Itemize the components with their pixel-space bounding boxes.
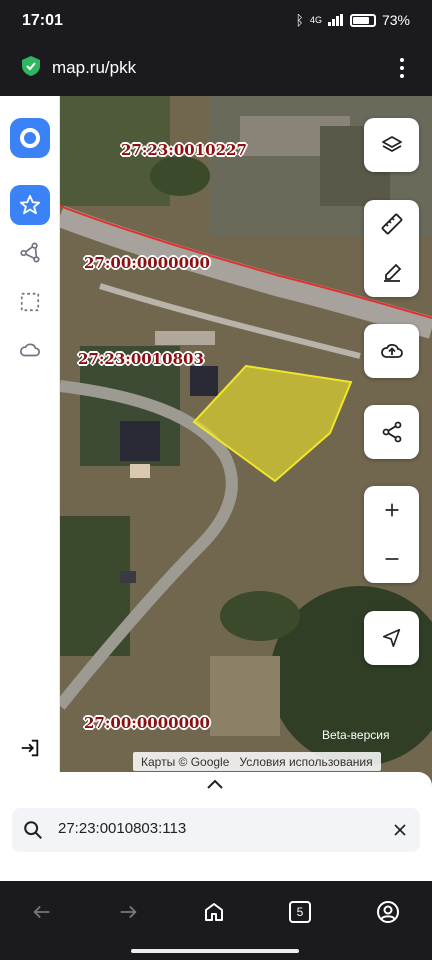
terms-link[interactable]: Условия использования xyxy=(239,755,372,769)
arrow-right-icon xyxy=(120,905,137,919)
tools-control xyxy=(364,200,419,297)
arrow-left-icon xyxy=(33,905,50,919)
forward-button[interactable] xyxy=(112,898,144,926)
battery-icon xyxy=(349,13,376,27)
url-field[interactable]: map.ru/pkk xyxy=(52,58,136,78)
home-indicator xyxy=(131,949,299,953)
search-bar[interactable]: 27:23:0010803:113 xyxy=(12,808,420,852)
locate-icon[interactable] xyxy=(381,627,403,649)
parcel-label[interactable]: 27:23:0010803 xyxy=(78,350,204,368)
layers-control xyxy=(364,118,419,172)
parcel-label[interactable]: 27:23:0010227 xyxy=(121,141,247,159)
zoom-in-icon[interactable] xyxy=(381,499,403,521)
home-button[interactable] xyxy=(198,898,230,926)
cloud-icon xyxy=(20,343,40,357)
favorites-star-icon xyxy=(19,194,41,215)
search-icon xyxy=(24,821,42,839)
route-button[interactable] xyxy=(10,233,50,273)
search-input[interactable]: 27:23:0010803:113 xyxy=(58,820,186,837)
upload-control xyxy=(364,324,419,378)
layers-icon[interactable] xyxy=(380,133,404,157)
attribution-text: Карты © Google xyxy=(141,754,230,769)
locate-control xyxy=(364,611,419,665)
zoom-out-icon[interactable] xyxy=(381,548,403,570)
share-icon[interactable] xyxy=(380,420,404,444)
beta-label: Beta-версия xyxy=(322,728,390,742)
secure-shield-icon xyxy=(22,56,40,76)
share-control xyxy=(364,405,419,459)
bottom-sheet: 27:23:0010803:113 xyxy=(0,772,432,881)
battery-percent: 73% xyxy=(381,12,410,28)
edit-icon[interactable] xyxy=(380,261,404,285)
chevron-up-icon[interactable] xyxy=(206,778,224,790)
favorites-button[interactable] xyxy=(10,185,50,225)
home-icon xyxy=(205,903,223,921)
app-logo[interactable] xyxy=(10,118,50,158)
browser-menu-button[interactable] xyxy=(392,56,412,80)
status-bar: 17:01 ᛒ 4G 73% xyxy=(0,0,432,44)
profile-icon xyxy=(377,901,399,923)
route-nodes-icon xyxy=(20,242,40,263)
logout-icon xyxy=(21,739,39,757)
tab-count: 5 xyxy=(289,901,311,923)
cloud-button[interactable] xyxy=(10,330,50,370)
bluetooth-icon: ᛒ xyxy=(295,12,304,28)
ruler-icon[interactable] xyxy=(380,212,404,236)
web-content: 27:23:0010227 27:00:0000000 27:23:001080… xyxy=(0,96,432,881)
sidebar xyxy=(0,96,60,786)
browser-address-bar: map.ru/pkk xyxy=(0,44,432,96)
network-label: 4G xyxy=(309,15,322,25)
upload-icon[interactable] xyxy=(380,339,404,363)
parcel-label[interactable]: 27:00:0000000 xyxy=(84,254,210,272)
zoom-control xyxy=(364,486,419,583)
signal-icon xyxy=(327,14,343,26)
status-time: 17:01 xyxy=(22,12,63,29)
status-indicators: ᛒ 4G 73% xyxy=(296,12,410,28)
selection-area-icon xyxy=(20,292,40,312)
select-area-button[interactable] xyxy=(10,282,50,322)
map-attribution: Карты © Google Условия использования xyxy=(133,752,381,771)
clear-search-icon[interactable] xyxy=(390,820,410,840)
tabs-button[interactable]: 5 xyxy=(284,898,316,926)
browser-nav-bar: 5 xyxy=(0,882,432,960)
parcel-label[interactable]: 27:00:0000000 xyxy=(84,714,210,732)
logout-button[interactable] xyxy=(10,728,50,768)
back-button[interactable] xyxy=(26,898,58,926)
profile-button[interactable] xyxy=(372,898,404,926)
